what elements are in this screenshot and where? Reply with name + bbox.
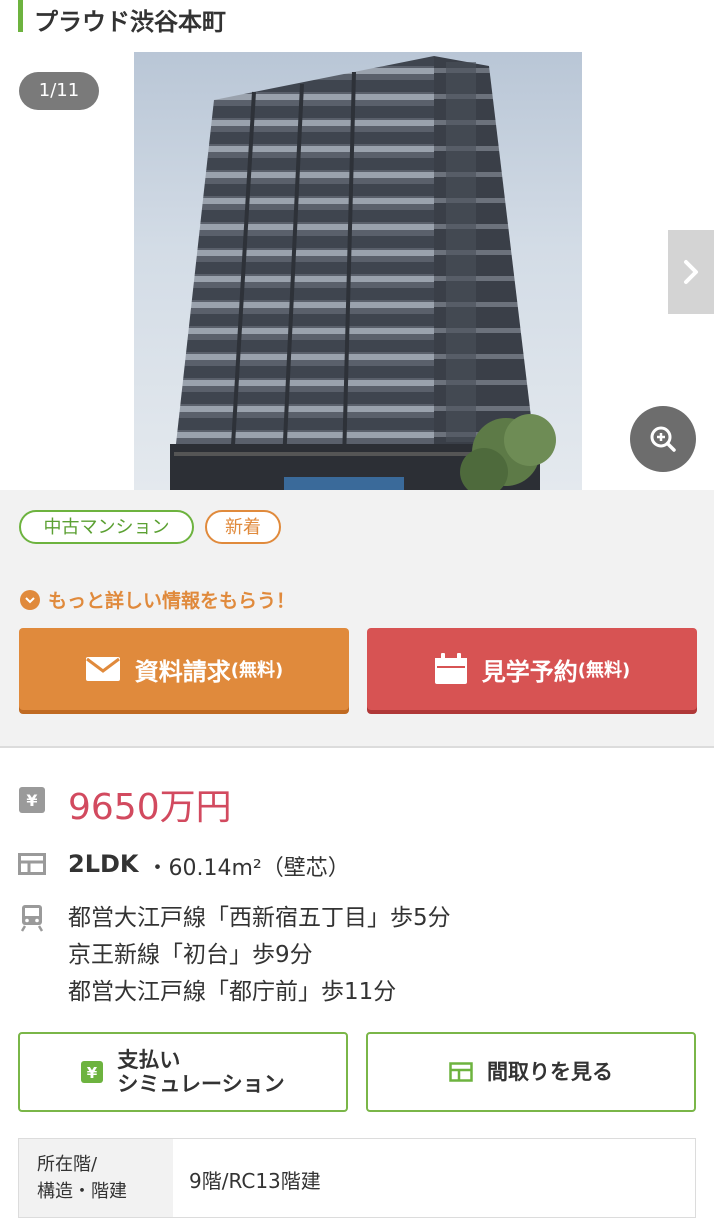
train-icon bbox=[18, 904, 46, 932]
mail-icon bbox=[85, 657, 120, 681]
arrow-down-circle-icon bbox=[20, 589, 40, 610]
property-details: ¥ 9650万円 2LDK ・60.14m²（壁芯） 都営大江戸線「西新宿五丁目… bbox=[0, 750, 714, 1218]
building-photo[interactable] bbox=[134, 52, 582, 490]
spec-header-floor: 所在階/ 構造・階建 bbox=[19, 1139, 173, 1217]
tag-new: 新着 bbox=[205, 510, 281, 544]
yen-icon: ¥ bbox=[18, 786, 46, 814]
info-prompt: もっと詳しい情報をもらう！ bbox=[20, 586, 295, 613]
request-info-button[interactable]: 資料請求 (無料) bbox=[19, 628, 349, 710]
photo-counter: 1/11 bbox=[19, 72, 99, 110]
payment-simulation-button[interactable]: ¥ 支払い シミュレーション bbox=[18, 1032, 348, 1112]
access-row: 都営大江戸線「西新宿五丁目」歩5分 京王新線「初台」歩9分 都営大江戸線「都庁前… bbox=[18, 900, 451, 1011]
building-illustration bbox=[170, 56, 556, 490]
title-bar: プラウド渋谷本町 bbox=[0, 0, 714, 40]
spec-header-line1: 所在階/ bbox=[37, 1154, 98, 1175]
zoom-in-icon bbox=[650, 426, 676, 452]
station-item: 都営大江戸線「西新宿五丁目」歩5分 bbox=[68, 905, 451, 931]
action-panel: 中古マンション 新着 もっと詳しい情報をもらう！ 資料請求 (無料) 見学予約 … bbox=[0, 490, 714, 748]
svg-text:¥: ¥ bbox=[87, 1064, 98, 1082]
payment-label-line2: シミュレーション bbox=[117, 1072, 285, 1096]
next-photo-button[interactable] bbox=[668, 230, 714, 314]
tag-used-mansion: 中古マンション bbox=[19, 510, 194, 544]
zoom-button[interactable] bbox=[630, 406, 696, 472]
layout-row: 2LDK ・60.14m²（壁芯） bbox=[18, 850, 350, 882]
floorplan-icon bbox=[18, 850, 46, 878]
station-item: 京王新線「初台」歩9分 bbox=[68, 942, 313, 968]
yen-icon: ¥ bbox=[81, 1061, 104, 1083]
view-floorplan-button[interactable]: 間取りを見る bbox=[366, 1032, 696, 1112]
info-prompt-text: もっと詳しい情報をもらう！ bbox=[48, 590, 296, 612]
request-info-sub: (無料) bbox=[230, 660, 284, 681]
view-floorplan-label: 間取りを見る bbox=[487, 1060, 613, 1084]
calendar-icon bbox=[434, 653, 467, 684]
photo-gallery[interactable]: 1/11 bbox=[0, 40, 714, 490]
payment-label-line1: 支払い bbox=[117, 1048, 181, 1072]
request-info-label: 資料請求 bbox=[134, 657, 231, 686]
spec-header-line2: 構造・階建 bbox=[37, 1181, 127, 1202]
property-title: プラウド渋谷本町 bbox=[34, 8, 226, 36]
floorplan-icon bbox=[449, 1062, 473, 1082]
station-item: 都営大江戸線「都庁前」歩11分 bbox=[68, 979, 397, 1005]
book-visit-label: 見学予約 bbox=[481, 657, 578, 686]
price-row: ¥ 9650万円 bbox=[18, 786, 232, 830]
book-visit-button[interactable]: 見学予約 (無料) bbox=[367, 628, 697, 710]
chevron-right-icon bbox=[684, 260, 698, 284]
layout-area: ・60.14m²（壁芯） bbox=[146, 856, 350, 881]
station-list: 都営大江戸線「西新宿五丁目」歩5分 京王新線「初台」歩9分 都営大江戸線「都庁前… bbox=[68, 900, 451, 1011]
title-accent-bar bbox=[18, 0, 23, 32]
spec-table: 所在階/ 構造・階建 9階/RC13階建 bbox=[18, 1138, 696, 1218]
price-value: 9650万円 bbox=[68, 787, 232, 828]
layout-type: 2LDK bbox=[68, 850, 139, 878]
spec-value-floor: 9階/RC13階建 bbox=[189, 1169, 321, 1193]
book-visit-sub: (無料) bbox=[577, 660, 631, 681]
